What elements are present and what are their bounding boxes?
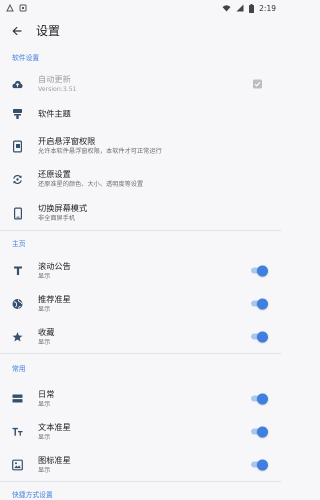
- setting-title: 图标准星: [38, 454, 71, 465]
- setting-scrolling-notice[interactable]: 滚动公告 显示: [0, 254, 281, 287]
- setting-theme[interactable]: 软件主题: [0, 98, 281, 130]
- setting-title: 软件主题: [38, 108, 71, 119]
- setting-subtitle: 显示: [38, 305, 51, 313]
- icon-crosshair-toggle[interactable]: [250, 459, 268, 470]
- daily-toggle[interactable]: [250, 393, 268, 404]
- section-header-shortcuts-label: 快捷方式设置: [12, 491, 53, 499]
- setting-title: 滚动公告: [38, 260, 71, 271]
- setting-daily[interactable]: 日常 显示: [0, 382, 281, 415]
- text-format-icon: [12, 426, 23, 437]
- setting-subtitle: 显示: [38, 338, 51, 346]
- setting-recommended-crosshair[interactable]: 推荐准星 显示: [0, 287, 281, 320]
- status-bar: 2:19: [0, 0, 281, 16]
- status-system: 2:19: [222, 3, 276, 13]
- view-agenda-icon: [12, 393, 23, 404]
- text-icon: [12, 265, 23, 276]
- page-title: 设置: [36, 23, 61, 38]
- section-header-common: 常用: [12, 365, 26, 373]
- globe-icon: [12, 298, 23, 309]
- theme-icon: [12, 109, 23, 120]
- setting-subtitle: 显示: [38, 433, 51, 441]
- favorites-toggle[interactable]: [250, 331, 268, 342]
- setting-title: 收藏: [38, 326, 55, 337]
- setting-subtitle: Version:3.51: [38, 86, 77, 93]
- setting-title: 开启悬浮窗权限: [38, 136, 96, 146]
- toggle-thumb: [257, 265, 268, 276]
- setting-title: 文本准星: [38, 421, 71, 432]
- scrolling-notice-toggle[interactable]: [250, 265, 268, 276]
- setting-subtitle: 显示: [38, 466, 51, 474]
- section-header-software: 软件设置: [12, 54, 40, 62]
- setting-screen-mode[interactable]: 切换屏幕模式 非全面屏手机: [0, 196, 281, 230]
- section-header-shortcuts: 快捷方式设置: [0, 482, 281, 499]
- toggle-thumb: [257, 459, 268, 470]
- status-notifications: [6, 4, 27, 12]
- settings-screen: 2:19 设置 软件设置 自动更新 Version:3.51 软件主题 开启悬浮…: [0, 0, 281, 500]
- setting-screen-mode-text: 切换屏幕模式 非全面屏手机: [38, 203, 241, 223]
- checkmark-icon: [254, 81, 261, 87]
- auto-update-checkbox[interactable]: [253, 79, 262, 89]
- setting-title: 自动更新: [38, 74, 71, 84]
- arrow-back-icon: [12, 21, 22, 40]
- setting-subtitle: 允许本软件悬浮窗权限，本软件才可正常运行: [38, 148, 162, 155]
- setting-title: 日常: [38, 388, 55, 399]
- app-bar: 设置: [0, 16, 281, 44]
- toggle-thumb: [257, 331, 268, 342]
- notification-square-icon: [19, 4, 27, 12]
- setting-icon-crosshair[interactable]: 图标准星 显示: [0, 448, 281, 481]
- setting-title: 还原设置: [38, 169, 71, 179]
- setting-theme-text: 软件主题: [38, 109, 241, 120]
- setting-scrolling-notice-text: 滚动公告 显示: [38, 261, 241, 281]
- setting-text-crosshair[interactable]: 文本准星 显示: [0, 415, 281, 448]
- setting-recommended-crosshair-text: 推荐准星 显示: [38, 294, 241, 314]
- notification-app-icon: [6, 4, 14, 12]
- status-time: 2:19: [259, 3, 276, 13]
- section-header-home: 主页: [12, 239, 26, 248]
- wifi-icon: [222, 4, 231, 12]
- battery-icon: [249, 3, 255, 13]
- cellular-signal-icon: [236, 4, 244, 12]
- star-icon: [12, 331, 23, 342]
- text-crosshair-toggle[interactable]: [250, 426, 268, 437]
- setting-daily-text: 日常 显示: [38, 389, 241, 409]
- back-button[interactable]: [6, 19, 28, 41]
- setting-favorites[interactable]: 收藏 显示: [0, 320, 281, 353]
- setting-favorites-text: 收藏 显示: [38, 327, 241, 347]
- setting-floating-window-permission[interactable]: 开启悬浮窗权限 允许本软件悬浮窗权限，本软件才可正常运行: [0, 130, 281, 162]
- setting-auto-update[interactable]: 自动更新 Version:3.51: [0, 70, 281, 98]
- toggle-thumb: [257, 298, 268, 309]
- cloud-upload-icon: [12, 79, 23, 90]
- setting-title: 切换屏幕模式: [38, 203, 88, 213]
- setting-restore-text: 还原设置 还原准星的颜色、大小、透明度等设置: [38, 169, 241, 189]
- restore-icon: [12, 174, 23, 185]
- setting-title: 推荐准星: [38, 293, 71, 304]
- setting-restore[interactable]: 还原设置 还原准星的颜色、大小、透明度等设置: [0, 162, 281, 196]
- image-icon: [12, 459, 23, 470]
- setting-subtitle: 显示: [38, 400, 51, 408]
- setting-text-crosshair-text: 文本准星 显示: [38, 422, 241, 442]
- setting-floating-window-text: 开启悬浮窗权限 允许本软件悬浮窗权限，本软件才可正常运行: [38, 136, 241, 156]
- setting-subtitle: 还原准星的颜色、大小、透明度等设置: [38, 181, 144, 188]
- toggle-thumb: [257, 426, 268, 437]
- setting-subtitle: 显示: [38, 272, 51, 280]
- toggle-thumb: [257, 393, 268, 404]
- floating-window-icon: [12, 140, 23, 152]
- setting-subtitle: 非全面屏手机: [38, 215, 76, 222]
- setting-icon-crosshair-text: 图标准星 显示: [38, 455, 241, 475]
- recommended-crosshair-toggle[interactable]: [250, 298, 268, 309]
- phone-icon: [12, 207, 23, 219]
- setting-auto-update-text: 自动更新 Version:3.51: [38, 74, 241, 94]
